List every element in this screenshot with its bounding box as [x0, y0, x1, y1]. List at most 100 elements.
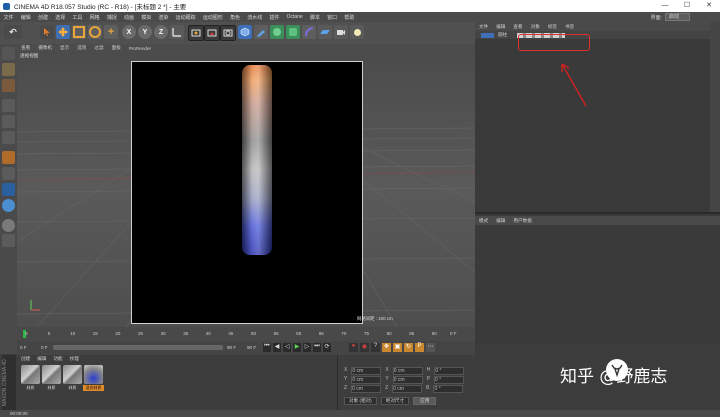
mat-menu-texture[interactable]: 纹理: [70, 356, 79, 362]
menu-create[interactable]: 创建: [34, 14, 51, 21]
pos-y-field[interactable]: 0 cm: [351, 376, 382, 384]
menu-file[interactable]: 文件: [0, 14, 17, 21]
maximize-icon[interactable]: ☐: [676, 0, 698, 12]
viewport-menu-cameras[interactable]: 摄像机: [34, 45, 56, 51]
am-menu-mode[interactable]: 模式: [475, 218, 492, 224]
workplane-lock-icon[interactable]: [2, 234, 15, 247]
preview-end-field[interactable]: 90 F: [247, 345, 256, 350]
menu-window[interactable]: 窗口: [324, 14, 341, 21]
viewport-menu-display[interactable]: 显示: [56, 45, 73, 51]
material-swatch[interactable]: [42, 365, 61, 384]
cube-primitive-icon[interactable]: [238, 25, 252, 39]
auto-key-icon[interactable]: ◉: [360, 343, 369, 352]
parameter-key-icon[interactable]: P: [415, 343, 424, 352]
apply-button[interactable]: 应用: [413, 397, 437, 405]
select-cursor-icon[interactable]: [40, 25, 54, 39]
menu-tools[interactable]: 工具: [69, 14, 86, 21]
am-menu-user-data[interactable]: 用户数据: [509, 218, 535, 224]
layout-dropdown[interactable]: 启动: [664, 13, 690, 21]
menu-script[interactable]: 脚本: [306, 14, 323, 21]
menu-help[interactable]: 帮助: [341, 14, 358, 21]
y-axis-lock-icon[interactable]: Y: [138, 25, 152, 39]
am-menu-edit[interactable]: 编辑: [492, 218, 509, 224]
workplane-icon[interactable]: [2, 199, 15, 212]
object-list-row[interactable]: 圆柱: [475, 31, 720, 39]
rotate-tool-icon[interactable]: [88, 25, 102, 39]
size-y-field[interactable]: 0 cm: [392, 376, 423, 384]
end-frame-field[interactable]: 90 F: [227, 345, 236, 350]
model-mode-icon[interactable]: [2, 63, 15, 76]
perspective-viewport[interactable]: 透视视图 网格间距 : 100 cm: [17, 52, 475, 327]
menu-simulate[interactable]: 模拟: [138, 14, 155, 21]
size-x-field[interactable]: 0 cm: [392, 367, 423, 375]
camera-icon[interactable]: [334, 25, 348, 39]
render-settings-icon[interactable]: [220, 25, 236, 41]
viewport-menu-panel[interactable]: 面板: [108, 45, 125, 51]
render-view-icon[interactable]: [188, 25, 204, 41]
menu-motion-tracking[interactable]: 运动跟踪: [172, 14, 199, 21]
menu-mesh[interactable]: 网格: [86, 14, 103, 21]
coord-size-dropdown[interactable]: 绝对尺寸: [380, 397, 410, 405]
rotation-key-icon[interactable]: ↻: [404, 343, 413, 352]
x-axis-lock-icon[interactable]: X: [122, 25, 136, 39]
tweak-mode-icon[interactable]: [2, 167, 15, 180]
floor-environment-icon[interactable]: [318, 25, 332, 39]
material-swatch[interactable]: [21, 365, 40, 384]
prev-key-icon[interactable]: ◀: [273, 343, 281, 352]
menu-animate[interactable]: 动画: [120, 14, 137, 21]
om-menu-file[interactable]: 文件: [475, 24, 492, 30]
om-menu-view[interactable]: 查看: [509, 24, 526, 30]
viewport-menu-view[interactable]: 查看: [17, 45, 34, 51]
keyframe-selection-icon[interactable]: ?: [371, 343, 380, 352]
viewport-menu-options[interactable]: 选项: [73, 45, 90, 51]
enable-axis-icon[interactable]: [2, 151, 15, 164]
rot-h-field[interactable]: 0 °: [434, 367, 465, 375]
menu-pipeline[interactable]: 流水线: [244, 14, 266, 21]
play-forward-icon[interactable]: ▶: [293, 343, 301, 352]
om-menu-objects[interactable]: 对象: [527, 24, 544, 30]
current-frame-field[interactable]: 0 F: [41, 345, 48, 350]
viewport-menu-filter[interactable]: 过滤: [90, 45, 107, 51]
goto-start-icon[interactable]: ⏮: [263, 343, 271, 352]
snap-icon[interactable]: [2, 183, 15, 196]
pen-spline-icon[interactable]: [254, 25, 268, 39]
menu-render[interactable]: 渲染: [155, 14, 172, 21]
mat-menu-edit[interactable]: 编辑: [37, 356, 46, 362]
render-picture-viewer-icon[interactable]: [204, 25, 220, 41]
goto-end-icon[interactable]: ⏭: [313, 343, 321, 352]
menu-select[interactable]: 选择: [52, 14, 69, 21]
mat-menu-function[interactable]: 功能: [53, 356, 62, 362]
material-swatch[interactable]: [63, 365, 82, 384]
loop-icon[interactable]: ⟳: [323, 343, 331, 352]
polygons-mode-icon[interactable]: [2, 131, 15, 144]
light-icon[interactable]: [350, 25, 364, 39]
menu-octane[interactable]: Octane: [283, 14, 306, 20]
coord-mode-dropdown[interactable]: 对象 (相对): [344, 397, 377, 405]
position-key-icon[interactable]: ✥: [382, 343, 391, 352]
pos-x-field[interactable]: 0 cm: [351, 367, 382, 375]
pla-key-icon[interactable]: ⋯: [426, 343, 435, 352]
menu-character[interactable]: 角色: [226, 14, 243, 21]
menu-edit[interactable]: 编辑: [17, 14, 34, 21]
coordinate-system-icon[interactable]: [170, 25, 184, 39]
play-backward-icon[interactable]: ◁: [283, 343, 291, 352]
points-mode-icon[interactable]: [2, 99, 15, 112]
edges-mode-icon[interactable]: [2, 115, 15, 128]
z-axis-lock-icon[interactable]: Z: [154, 25, 168, 39]
om-menu-bookmarks[interactable]: 书签: [561, 24, 578, 30]
rot-b-field[interactable]: 0 °: [433, 385, 464, 393]
texture-mode-icon[interactable]: [2, 79, 15, 92]
scale-tool-icon[interactable]: [72, 25, 86, 39]
frame-range-slider[interactable]: [53, 345, 223, 350]
deformer-bend-icon[interactable]: [302, 25, 316, 39]
subdivision-surface-icon[interactable]: [270, 25, 284, 39]
undo-icon[interactable]: ↶: [4, 25, 22, 39]
material-swatch-blend[interactable]: [84, 365, 103, 384]
om-menu-edit[interactable]: 编辑: [492, 24, 509, 30]
mat-menu-create[interactable]: 创建: [21, 356, 30, 362]
menu-mograph[interactable]: 运动图形: [199, 14, 226, 21]
recent-tool-icon[interactable]: +: [104, 25, 118, 39]
rot-p-field[interactable]: 0 °: [434, 376, 465, 384]
menu-snap[interactable]: 捕捉: [103, 14, 120, 21]
size-z-field[interactable]: 0 cm: [392, 385, 423, 393]
